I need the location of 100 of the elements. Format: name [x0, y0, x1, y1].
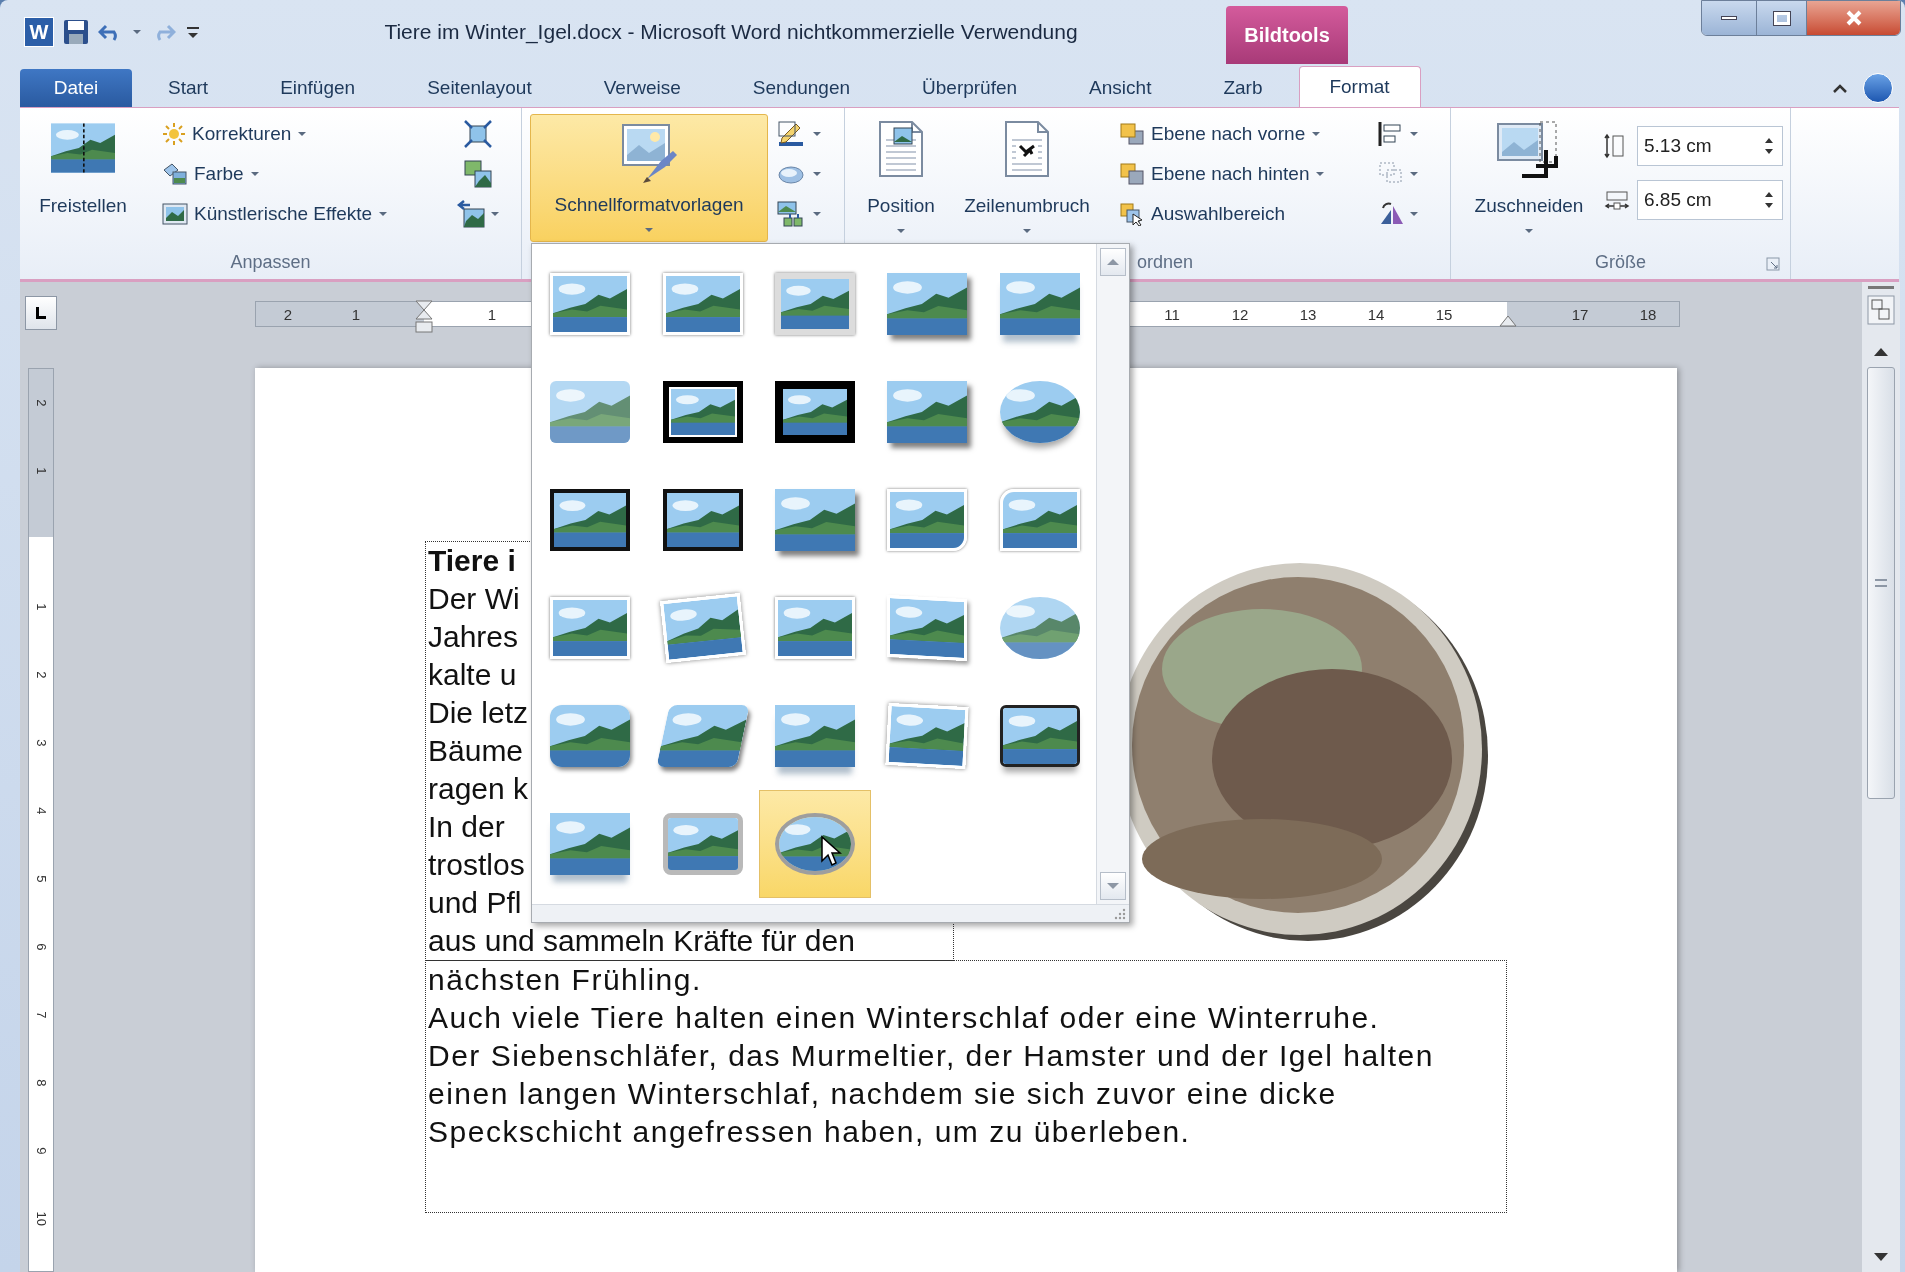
ribbon-command[interactable]: Korrekturen: [158, 114, 448, 154]
dropdown-caret-icon[interactable]: [490, 211, 500, 217]
split-handle[interactable]: [1868, 286, 1894, 289]
resize-grip-icon[interactable]: [1114, 908, 1126, 920]
selection-pane-icon: [1119, 202, 1145, 226]
change-picture-icon[interactable]: [463, 159, 493, 189]
ruler-number: 7: [32, 1010, 50, 1021]
ruler-number: 17: [1570, 305, 1590, 325]
landscape-icon: [999, 381, 1080, 443]
right-indent-marker-icon[interactable]: [1499, 313, 1517, 327]
ribbon-command[interactable]: Künstlerische Effekte: [158, 194, 448, 234]
dropdown-caret-icon[interactable]: [1409, 211, 1419, 217]
dropdown-caret-icon[interactable]: [1409, 171, 1419, 177]
position-button[interactable]: Position: [853, 114, 949, 242]
compress-pictures-icon[interactable]: [463, 119, 493, 149]
ribbon-tab[interactable]: Format: [1298, 66, 1421, 108]
ruler-number: 1: [32, 602, 50, 613]
picture-border-icon[interactable]: [776, 120, 806, 148]
collapse-ribbon-icon[interactable]: [1831, 82, 1849, 94]
ruler-number: 12: [1230, 305, 1250, 325]
dialog-launcher-icon[interactable]: [1766, 257, 1780, 271]
group-label: Größe: [1595, 250, 1646, 274]
picture-style-option[interactable]: [758, 790, 872, 898]
ribbon-tab[interactable]: Verweise: [567, 69, 717, 107]
layers-front-icon: [1119, 122, 1145, 146]
indent-marker-icon[interactable]: [415, 300, 433, 334]
gallery-scroll-up-button[interactable]: [1100, 248, 1126, 276]
save-icon[interactable]: [62, 18, 90, 46]
ribbon-tab[interactable]: Seitenlayout: [391, 69, 568, 107]
landscape-icon: [775, 597, 855, 659]
tab-selector-button[interactable]: [25, 296, 57, 330]
context-tab-header: Bildtools: [1226, 6, 1348, 64]
maximize-button[interactable]: [1756, 1, 1806, 35]
paint-bucket-picture-icon: [162, 162, 188, 186]
dropdown-caret-icon[interactable]: [812, 131, 822, 137]
text-line: Speckschicht angefressen haben, um zu überleben.: [428, 1114, 1191, 1150]
ruler-number: 15: [1434, 305, 1454, 325]
text-line: ragen k: [428, 771, 529, 807]
page-position-icon: [876, 120, 926, 178]
scroll-thumb[interactable]: [1867, 367, 1895, 799]
caret-icon: [644, 227, 654, 233]
ruler-number: 2: [32, 398, 50, 409]
ruler-number: 10: [32, 1210, 50, 1228]
height-field[interactable]: 5.13 cm: [1637, 126, 1783, 166]
text-line: kalte u: [428, 657, 517, 693]
quick-styles-button[interactable]: Schnellformatvorlagen: [530, 114, 768, 242]
landscape-icon: [662, 813, 743, 875]
crop-button[interactable]: Zuschneiden: [1459, 114, 1599, 242]
group-label: ordnen: [1137, 250, 1194, 274]
app-logo-icon[interactable]: W: [24, 17, 54, 47]
ruler-number: 5: [32, 874, 50, 885]
gallery-scroll-down-button[interactable]: [1100, 872, 1126, 900]
ribbon-tab[interactable]: Zarb: [1187, 69, 1299, 107]
dropdown-caret-icon[interactable]: [1409, 131, 1419, 137]
ruler-number: 1: [486, 305, 498, 325]
caret-down-icon: [1106, 882, 1120, 890]
landscape-icon: [775, 813, 855, 875]
landscape-icon: [550, 813, 631, 875]
sun-icon: [162, 122, 186, 146]
ribbon-command[interactable]: Auswahlbereich: [1115, 194, 1377, 234]
ruler-number: 11: [1163, 305, 1181, 325]
ruler-number: 13: [1298, 305, 1318, 325]
text-line: aus und sammeln Kräfte für den: [428, 923, 855, 959]
picture-layout-icon[interactable]: [776, 200, 806, 228]
ribbon-command[interactable]: Farbe: [158, 154, 448, 194]
help-icon[interactable]: [1863, 73, 1893, 103]
ribbon-command[interactable]: Ebene nach hinten: [1115, 154, 1377, 194]
text-line: In der: [428, 809, 505, 845]
ribbon-tab[interactable]: Datei: [20, 69, 132, 107]
landscape-icon: [999, 705, 1080, 767]
scroll-up-icon[interactable]: [1873, 347, 1889, 357]
close-button[interactable]: [1806, 1, 1900, 35]
ribbon-tab[interactable]: Sendungen: [716, 69, 887, 107]
landscape-icon: [656, 705, 750, 767]
text-line: Der Wi: [428, 581, 520, 617]
dropdown-caret-icon[interactable]: [812, 211, 822, 217]
ribbon-tab[interactable]: Überprüfen: [886, 69, 1054, 107]
landscape-icon: [775, 273, 855, 335]
ribbon-tab[interactable]: Start: [132, 69, 245, 107]
reset-picture-icon[interactable]: [456, 199, 486, 229]
ruler-number: 2: [32, 670, 50, 681]
dropdown-caret-icon[interactable]: [812, 171, 822, 177]
text-line: Jahres: [428, 619, 519, 655]
ruler-number: 18: [1638, 305, 1658, 325]
ribbon-command[interactable]: Ebene nach vorne: [1115, 114, 1377, 154]
ruler-number: 2: [282, 305, 294, 325]
ribbon-tab[interactable]: Einfügen: [244, 69, 392, 107]
scroll-down-icon[interactable]: [1873, 1252, 1889, 1262]
ribbon-tab[interactable]: Ansicht: [1053, 69, 1188, 107]
mouse-pointer-icon: [819, 835, 842, 867]
width-field[interactable]: 6.85 cm: [1637, 180, 1783, 220]
ruler-number: 3: [32, 738, 50, 749]
ruler-number: 4: [32, 806, 50, 817]
undo-dropdown-icon[interactable]: [132, 29, 142, 35]
wrap-text-button[interactable]: Zeilenumbruch: [949, 114, 1105, 242]
remove-background-button[interactable]: Freistellen: [20, 114, 146, 242]
landscape-icon: [550, 489, 631, 551]
text-line: Auch viele Tiere halten einen Winterschlaf oder eine Winterruhe.: [428, 1000, 1380, 1036]
close-icon: [1844, 10, 1863, 26]
landscape-icon: [662, 489, 743, 551]
